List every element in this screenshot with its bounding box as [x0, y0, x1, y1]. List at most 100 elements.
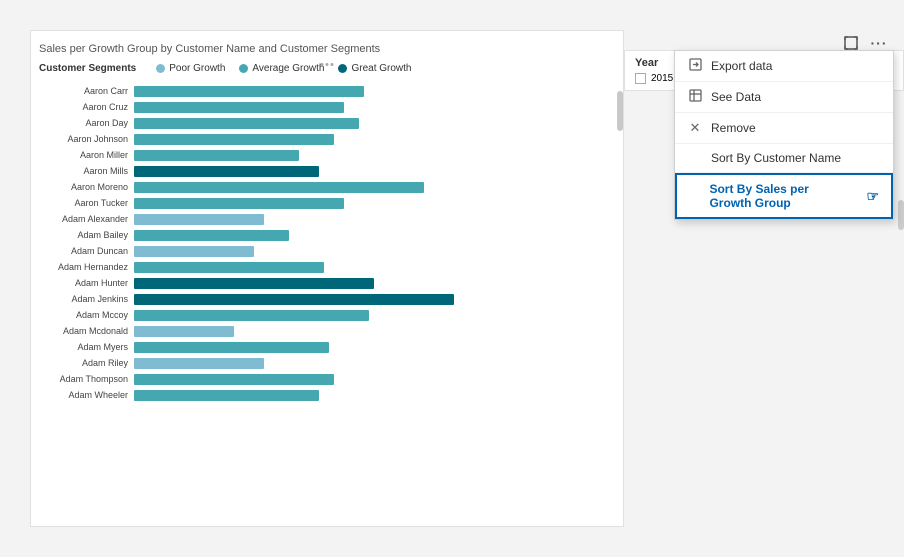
legend-item-great: Great Growth	[338, 63, 411, 74]
legend-dot-great	[338, 64, 347, 73]
bar-row: Adam Riley	[39, 356, 615, 370]
menu-sort-customer-name-label: Sort By Customer Name	[711, 151, 841, 165]
bar-row: Adam Thompson	[39, 372, 615, 386]
bar-row: Aaron Mills	[39, 164, 615, 178]
bar-label: Adam Bailey	[39, 230, 134, 240]
bar-fill[interactable]	[134, 102, 344, 113]
right-panel-scroll[interactable]	[898, 200, 904, 230]
bar-fill[interactable]	[134, 134, 334, 145]
bar-fill[interactable]	[134, 198, 344, 209]
bar-label: Adam Riley	[39, 358, 134, 368]
legend-dot-poor	[156, 64, 165, 73]
menu-sort-sales-growth[interactable]: Sort By Sales per Growth Group ☞	[675, 173, 893, 219]
bar-track	[134, 342, 615, 353]
bar-label: Adam Jenkins	[39, 294, 134, 304]
menu-remove-label: Remove	[711, 121, 756, 135]
bar-label: Adam Hernandez	[39, 262, 134, 272]
bar-row: Adam Wheeler	[39, 388, 615, 402]
bar-fill[interactable]	[134, 358, 264, 369]
cursor-icon: ☞	[866, 188, 879, 205]
bar-track	[134, 86, 615, 97]
chart-title: Sales per Growth Group by Customer Name …	[39, 43, 615, 55]
bar-row: Aaron Carr	[39, 84, 615, 98]
bar-track	[134, 278, 615, 289]
bar-fill[interactable]	[134, 342, 329, 353]
bar-fill[interactable]	[134, 326, 234, 337]
bar-label: Adam Duncan	[39, 246, 134, 256]
bar-fill[interactable]	[134, 182, 424, 193]
bar-label: Aaron Johnson	[39, 134, 134, 144]
legend-item-poor: Poor Growth	[156, 63, 225, 74]
bar-label: Adam Mccoy	[39, 310, 134, 320]
menu-see-data-label: See Data	[711, 90, 761, 104]
bar-label: Adam Alexander	[39, 214, 134, 224]
bar-label: Adam Mcdonald	[39, 326, 134, 336]
bar-fill[interactable]	[134, 150, 299, 161]
bar-row: Adam Mccoy	[39, 308, 615, 322]
bar-fill[interactable]	[134, 310, 369, 321]
legend-dot-average	[239, 64, 248, 73]
bar-track	[134, 230, 615, 241]
bar-row: Adam Duncan	[39, 244, 615, 258]
bar-row: Adam Bailey	[39, 228, 615, 242]
bar-label: Aaron Miller	[39, 150, 134, 160]
bar-track	[134, 118, 615, 129]
bar-fill[interactable]	[134, 118, 359, 129]
menu-remove[interactable]: ✕ Remove	[675, 113, 893, 144]
main-container: Sales per Growth Group by Customer Name …	[0, 0, 904, 557]
bar-row: Aaron Tucker	[39, 196, 615, 210]
bar-row: Adam Myers	[39, 340, 615, 354]
bar-track	[134, 310, 615, 321]
bar-label: Aaron Cruz	[39, 102, 134, 112]
bar-row: Aaron Day	[39, 116, 615, 130]
bar-fill[interactable]	[134, 278, 374, 289]
bar-fill[interactable]	[134, 294, 454, 305]
see-data-icon	[687, 89, 703, 105]
bar-fill[interactable]	[134, 214, 264, 225]
bar-fill[interactable]	[134, 390, 319, 401]
legend-label-average: Average Growth	[252, 63, 324, 74]
bar-fill[interactable]	[134, 230, 289, 241]
bar-track	[134, 390, 615, 401]
legend-label-poor: Poor Growth	[169, 63, 225, 74]
bar-label: Aaron Tucker	[39, 198, 134, 208]
drag-handle[interactable]	[321, 63, 334, 66]
bar-track	[134, 358, 615, 369]
bar-fill[interactable]	[134, 246, 254, 257]
bar-label: Aaron Moreno	[39, 182, 134, 192]
right-panel: ··· Year 2015 Export data	[624, 0, 904, 557]
bar-track	[134, 166, 615, 177]
bar-label: Adam Wheeler	[39, 390, 134, 400]
menu-sort-customer-name[interactable]: Sort By Customer Name	[675, 144, 893, 173]
bar-label: Adam Thompson	[39, 374, 134, 384]
bar-row: Adam Hernandez	[39, 260, 615, 274]
bar-label: Aaron Mills	[39, 166, 134, 176]
bar-track	[134, 102, 615, 113]
chart-body: Aaron Carr Aaron Cruz Aaron Day Aaron Johns…	[39, 84, 615, 402]
bar-track	[134, 326, 615, 337]
bar-fill[interactable]	[134, 374, 334, 385]
scroll-handle[interactable]	[617, 91, 623, 131]
bar-row: Aaron Moreno	[39, 180, 615, 194]
menu-see-data[interactable]: See Data	[675, 82, 893, 113]
bar-fill[interactable]	[134, 166, 319, 177]
bar-row: Aaron Miller	[39, 148, 615, 162]
bar-row: Adam Mcdonald	[39, 324, 615, 338]
year-checkbox-2015[interactable]	[635, 73, 646, 84]
bar-label: Aaron Carr	[39, 86, 134, 96]
bar-track	[134, 182, 615, 193]
bar-track	[134, 198, 615, 209]
context-menu: Export data See Data ✕ Remove Sort By	[674, 50, 894, 220]
legend-item-average: Average Growth	[239, 63, 324, 74]
bar-track	[134, 374, 615, 385]
bar-fill[interactable]	[134, 86, 364, 97]
menu-export-data[interactable]: Export data	[675, 51, 893, 82]
menu-export-label: Export data	[711, 59, 772, 73]
bar-track	[134, 214, 615, 225]
bar-label: Aaron Day	[39, 118, 134, 128]
bar-fill[interactable]	[134, 262, 324, 273]
bar-track	[134, 134, 615, 145]
chart-panel: Sales per Growth Group by Customer Name …	[30, 30, 624, 527]
legend-label-great: Great Growth	[351, 63, 411, 74]
bar-row: Aaron Johnson	[39, 132, 615, 146]
